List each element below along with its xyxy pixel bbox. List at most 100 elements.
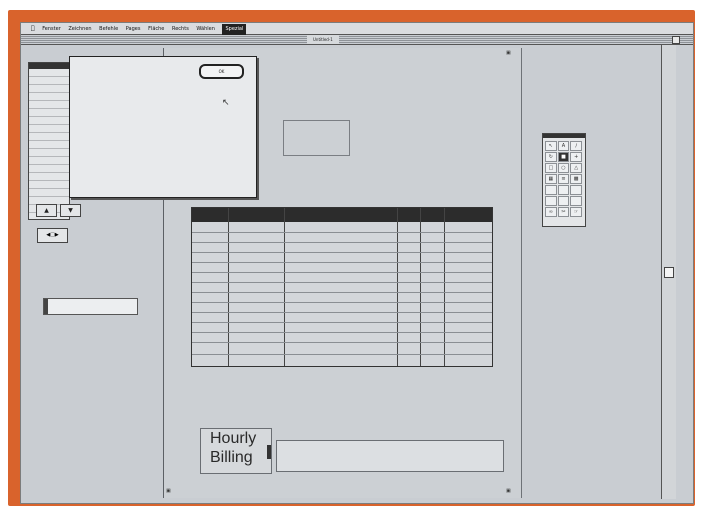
menu-item[interactable]: Fläche: [148, 24, 164, 35]
page-navigator-icon[interactable]: ◀□▶: [37, 228, 68, 243]
placeholder-text: [284, 121, 349, 125]
menu-item[interactable]: Zeichnen: [68, 24, 91, 35]
dialog-field: [76, 147, 186, 156]
blank-tool-icon[interactable]: [545, 196, 557, 206]
panel-row[interactable]: [29, 133, 69, 141]
text-tool-icon[interactable]: A: [557, 141, 570, 151]
table-row[interactable]: [192, 322, 492, 323]
lines-tool-icon[interactable]: ≡: [557, 174, 570, 184]
panel-row[interactable]: [29, 69, 69, 77]
blank-tool-icon[interactable]: [545, 185, 557, 195]
table-row[interactable]: [192, 272, 492, 273]
pointer-tool-icon[interactable]: ↖: [545, 141, 557, 151]
dialog-field: [76, 138, 186, 147]
window-title: Untitled-1: [307, 35, 339, 44]
dialog-field: [76, 129, 186, 138]
rectangle-tool-icon[interactable]: □: [545, 163, 557, 173]
menu-item[interactable]: Befehle: [99, 24, 118, 35]
table-row[interactable]: [192, 232, 492, 233]
page-corner-marker: ▣: [506, 488, 511, 494]
panel-row[interactable]: [29, 85, 69, 93]
panel-row[interactable]: [29, 125, 69, 133]
table-row[interactable]: [192, 282, 492, 283]
rotate-tool-icon[interactable]: ↻: [545, 152, 557, 162]
text-block-outline[interactable]: [283, 120, 350, 156]
info-text-block[interactable]: [276, 440, 504, 472]
pasteboard-text-block[interactable]: [43, 298, 138, 315]
line-tool-icon[interactable]: ∕: [570, 141, 582, 151]
table-header-cell: [445, 208, 492, 222]
menu-item-active[interactable]: Spezial: [222, 24, 247, 35]
table-row[interactable]: [192, 312, 492, 313]
ok-button[interactable]: OK: [199, 64, 244, 79]
tool-grid: ↖ A ∕ ↻ ■ + □ ○ △ ▦ ≡ ▩ ∞ ✂ ☞: [545, 141, 582, 223]
title-line-2: Billing: [210, 449, 253, 466]
menu-item[interactable]: Fenster: [42, 24, 61, 35]
panel-row[interactable]: [29, 93, 69, 101]
hourly-billing-title[interactable]: Hourly Billing: [210, 429, 256, 467]
dialog-field: [76, 120, 186, 129]
page-corner-marker: ▣: [166, 488, 171, 494]
block-handle[interactable]: [267, 445, 271, 459]
dialog-field: [76, 102, 186, 111]
panel-row[interactable]: [29, 189, 69, 197]
dialog-field-list: [76, 93, 186, 174]
specifications-dialog[interactable]: OK: [69, 56, 257, 198]
crosshair-tool-icon[interactable]: +: [570, 152, 582, 162]
table-row[interactable]: [192, 342, 492, 343]
arrow-cursor-icon: ↖: [222, 98, 230, 108]
title-line-1: Hourly: [210, 430, 257, 447]
panel-row[interactable]: [29, 77, 69, 85]
blank-tool-icon[interactable]: [570, 196, 582, 206]
panel-row[interactable]: [29, 117, 69, 125]
palette-title-bar: [543, 134, 585, 138]
table-row[interactable]: [192, 302, 492, 303]
link-tool-icon[interactable]: ∞: [545, 207, 557, 217]
blank-tool-icon[interactable]: [570, 185, 582, 195]
panel-row[interactable]: [29, 149, 69, 157]
grid-tool-icon[interactable]: ▦: [545, 174, 557, 184]
table-header-cell: [192, 208, 228, 222]
dialog-field: [76, 165, 186, 174]
panel-row[interactable]: [29, 157, 69, 165]
blank-tool-icon[interactable]: [557, 185, 570, 195]
oval-tool-icon[interactable]: ○: [557, 163, 570, 173]
billing-table[interactable]: [191, 207, 493, 367]
table-row[interactable]: [192, 242, 492, 243]
zoom-box-icon[interactable]: [672, 36, 680, 44]
table-row[interactable]: [192, 262, 492, 263]
table-header-cell: [421, 208, 444, 222]
menu-item[interactable]: Rechts: [172, 24, 189, 35]
polygon-tool-icon[interactable]: △: [570, 163, 582, 173]
vertical-scrollbar[interactable]: [661, 45, 676, 499]
hand-tool-icon[interactable]: ☞: [570, 207, 582, 217]
menu-item[interactable]: Pages: [126, 24, 141, 35]
scissors-tool-icon[interactable]: ✂: [557, 207, 570, 217]
panel-row[interactable]: [29, 141, 69, 149]
panel-row[interactable]: [29, 109, 69, 117]
panel-row[interactable]: [29, 181, 69, 189]
panel-row[interactable]: [29, 173, 69, 181]
dialog-field: [76, 93, 186, 102]
menu-item[interactable]: Wählen: [196, 24, 215, 35]
dialog-field: [76, 156, 186, 165]
tool-palette[interactable]: ↖ A ∕ ↻ ■ + □ ○ △ ▦ ≡ ▩ ∞ ✂ ☞: [542, 133, 586, 227]
scroll-thumb[interactable]: [664, 267, 674, 278]
blank-tool-icon[interactable]: [557, 196, 570, 206]
panel-row[interactable]: [29, 101, 69, 109]
panel-row[interactable]: [29, 165, 69, 173]
apple-menu-icon[interactable]: : [31, 23, 35, 34]
table-row[interactable]: [192, 252, 492, 253]
scroll-up-button[interactable]: ▲: [36, 204, 57, 217]
table-row[interactable]: [192, 354, 492, 355]
scroll-down-button[interactable]: ▼: [60, 204, 81, 217]
window-title-bar[interactable]: Untitled-1: [21, 35, 693, 45]
table-row[interactable]: [192, 332, 492, 333]
block-handle[interactable]: [44, 299, 48, 314]
menu-bar:  Fenster Zeichnen Befehle Pages Fläche …: [21, 23, 693, 35]
guide-line: [521, 48, 522, 498]
box-tool-icon[interactable]: ■: [557, 152, 570, 162]
fill-tool-icon[interactable]: ▩: [570, 174, 582, 184]
styles-panel[interactable]: [28, 62, 70, 220]
table-row[interactable]: [192, 292, 492, 293]
